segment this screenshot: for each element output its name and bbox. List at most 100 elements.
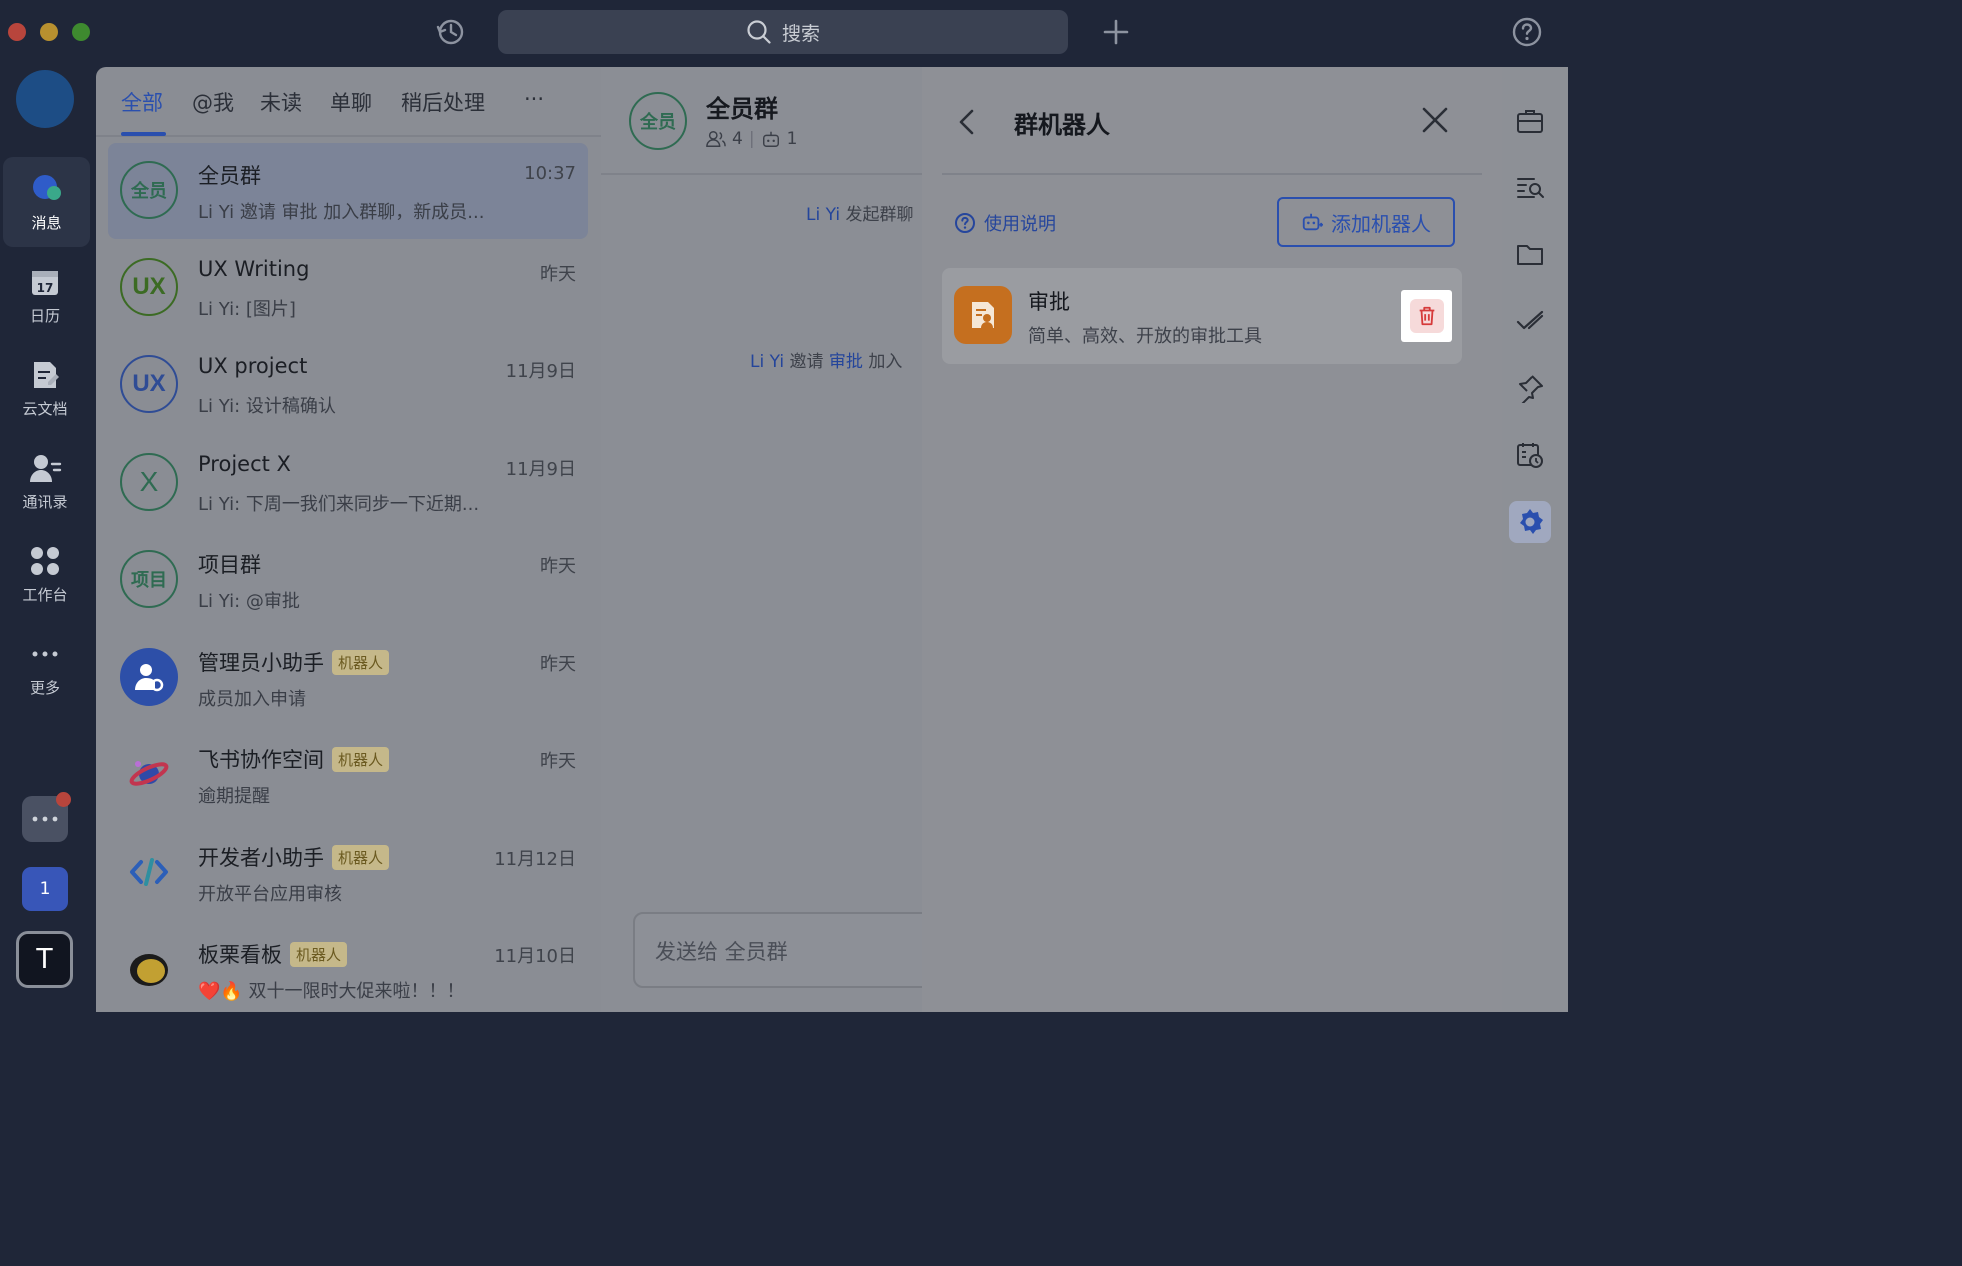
tab-all[interactable]: 全部 bbox=[121, 87, 163, 117]
calendar-icon: 17 bbox=[32, 270, 58, 295]
bot-badge: 机器人 bbox=[332, 649, 390, 675]
chat-time: 11月9日 bbox=[505, 361, 576, 382]
nav-item-messages[interactable]: 消息 bbox=[3, 157, 90, 247]
divider bbox=[942, 173, 1482, 175]
remove-bot-highlight bbox=[1409, 299, 1444, 333]
chat-row[interactable]: X Project X Li Yi: 下周一我们来同步一下近期... 11月9日 bbox=[108, 435, 588, 531]
nav-label: 工作台 bbox=[22, 585, 68, 604]
user-link[interactable]: Li Yi bbox=[806, 205, 840, 225]
chat-filter-tabs: 全部 @我 未读 单聊 稍后处理 ··· bbox=[96, 67, 601, 137]
system-text: 加入 bbox=[868, 352, 903, 372]
chat-row[interactable]: 管理员小助手 机器人 成员加入申请 昨天 bbox=[108, 630, 588, 726]
chat-name: 开发者小助手 bbox=[198, 846, 324, 870]
message-icon bbox=[32, 174, 61, 200]
chat-preview: ❤️🔥 双十一限时大促来啦！！！ bbox=[198, 981, 465, 1002]
docs-icon bbox=[34, 361, 59, 388]
chat-row[interactable]: 全员 全员群 Li Yi 邀请 审批 加入群聊，新成员... 10:37 bbox=[108, 143, 588, 239]
back-button[interactable] bbox=[954, 105, 980, 139]
files-tool[interactable] bbox=[1509, 233, 1551, 275]
pins-tool[interactable] bbox=[1509, 367, 1551, 409]
tasks-tool[interactable] bbox=[1509, 300, 1551, 342]
search-history-tool[interactable] bbox=[1509, 167, 1551, 209]
nav-label: 消息 bbox=[31, 213, 62, 232]
chat-row[interactable]: 项目 项目群 Li Yi: @审批 昨天 bbox=[108, 532, 588, 628]
trash-icon bbox=[1419, 306, 1434, 326]
approval-icon bbox=[972, 302, 994, 328]
add-bot-icon bbox=[1302, 213, 1323, 231]
chat-time: 昨天 bbox=[540, 264, 576, 285]
system-text: 邀请 bbox=[789, 352, 824, 372]
chat-avatar: 全员 bbox=[120, 161, 178, 219]
help-label: 使用说明 bbox=[984, 214, 1056, 235]
bot-badge: 机器人 bbox=[290, 941, 348, 967]
chat-row[interactable]: 板栗看板 机器人 ❤️🔥 双十一限时大促来啦！！！ 11月10日 bbox=[108, 922, 588, 1012]
admin-bot-avatar bbox=[120, 648, 178, 706]
bot-description: 简单、高效、开放的审批工具 bbox=[1028, 326, 1262, 347]
title-bar: 搜索 bbox=[0, 0, 1568, 67]
chat-row[interactable]: UX UX Writing Li Yi: [图片] 昨天 bbox=[108, 240, 588, 336]
chat-name: UX Writing bbox=[198, 257, 310, 281]
chat-name: 全员群 bbox=[198, 164, 261, 188]
bot-count[interactable]: 1 bbox=[787, 129, 798, 149]
add-bot-button[interactable]: 添加机器人 bbox=[1277, 197, 1455, 247]
plus-icon[interactable] bbox=[1101, 17, 1131, 47]
tenant-avatar[interactable]: T bbox=[16, 931, 73, 988]
minimize-window-button[interactable] bbox=[40, 23, 58, 41]
search-bar[interactable]: 搜索 bbox=[498, 10, 1068, 54]
chat-preview: 成员加入申请 bbox=[198, 689, 306, 710]
tab-mentions[interactable]: @我 bbox=[192, 87, 234, 117]
left-nav-rail: 消息 17 日历 云文档 通讯录 工作台 更多 1 T bbox=[0, 67, 96, 1012]
tab-later[interactable]: 稍后处理 bbox=[401, 87, 485, 117]
chat-row[interactable]: UX UX project Li Yi: 设计稿确认 11月9日 bbox=[108, 337, 588, 433]
chat-row[interactable]: 飞书协作空间 机器人 逾期提醒 昨天 bbox=[108, 727, 588, 823]
check-icon bbox=[1516, 310, 1544, 330]
maximize-window-button[interactable] bbox=[72, 23, 90, 41]
nav-item-more[interactable]: 更多 bbox=[0, 622, 90, 712]
message-composer[interactable]: 发送给 全员群 bbox=[633, 912, 943, 988]
remove-bot-button[interactable] bbox=[1401, 290, 1452, 342]
settings-tool[interactable] bbox=[1509, 501, 1551, 543]
member-count[interactable]: 4 bbox=[732, 129, 743, 149]
nav-item-workplace[interactable]: 工作台 bbox=[0, 529, 90, 619]
divider bbox=[601, 173, 922, 175]
chat-avatar: 项目 bbox=[120, 550, 178, 608]
bot-card[interactable]: 审批 简单、高效、开放的审批工具 bbox=[942, 268, 1462, 364]
chat-name: UX project bbox=[198, 354, 308, 378]
chat-preview: Li Yi: @审批 bbox=[198, 591, 300, 612]
help-link[interactable]: 使用说明 bbox=[954, 210, 1056, 236]
user-avatar[interactable] bbox=[16, 70, 74, 128]
schedule-tool[interactable] bbox=[1509, 434, 1551, 476]
announcement-tool[interactable] bbox=[1509, 100, 1551, 142]
chevron-left-icon bbox=[959, 109, 974, 135]
add-bot-label: 添加机器人 bbox=[1331, 211, 1431, 236]
conversation-title[interactable]: 全员群 bbox=[706, 89, 778, 124]
search-list-icon bbox=[1517, 178, 1544, 198]
robot-icon bbox=[762, 131, 779, 147]
collab-space-avatar bbox=[120, 745, 178, 803]
panel-title: 群机器人 bbox=[1014, 111, 1110, 139]
nav-item-calendar[interactable]: 17 日历 bbox=[0, 250, 90, 340]
tab-more[interactable]: ··· bbox=[524, 87, 544, 111]
planet-icon bbox=[129, 761, 169, 786]
bot-link[interactable]: 审批 bbox=[829, 352, 863, 372]
nav-item-docs[interactable]: 云文档 bbox=[0, 343, 90, 433]
search-placeholder: 搜索 bbox=[781, 22, 820, 45]
user-link[interactable]: Li Yi bbox=[750, 352, 784, 372]
history-icon[interactable] bbox=[434, 15, 468, 49]
chat-row[interactable]: 开发者小助手 机器人 开放平台应用审核 11月12日 bbox=[108, 825, 588, 921]
help-icon[interactable] bbox=[1510, 15, 1544, 49]
calendar-clock-icon bbox=[1517, 443, 1543, 468]
nav-item-contacts[interactable]: 通讯录 bbox=[0, 436, 90, 526]
group-avatar[interactable]: 全员 bbox=[629, 92, 687, 150]
close-button[interactable] bbox=[1420, 105, 1450, 135]
system-message: Li Yi 邀请 审批 加入 bbox=[750, 347, 902, 372]
ellipsis-icon bbox=[32, 816, 58, 822]
developer-bot-avatar bbox=[120, 843, 178, 901]
chat-name: 项目群 bbox=[198, 553, 261, 577]
tab-unread[interactable]: 未读 bbox=[260, 87, 302, 117]
close-window-button[interactable] bbox=[8, 23, 26, 41]
tab-direct[interactable]: 单聊 bbox=[330, 87, 372, 117]
chat-preview: Li Yi: 设计稿确认 bbox=[198, 396, 336, 417]
chat-time: 昨天 bbox=[540, 556, 576, 577]
workspace-badge[interactable]: 1 bbox=[22, 867, 68, 911]
